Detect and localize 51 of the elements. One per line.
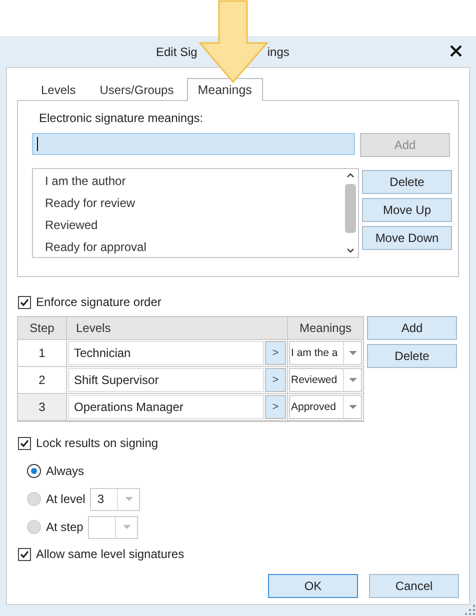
table-button[interactable]: Add [367,316,457,340]
list-button[interactable]: Move Up [362,198,452,222]
window-title: ings [267,44,290,58]
field-label: Electronic signature meanings: [39,111,204,125]
close-icon[interactable] [450,45,462,57]
table-cell[interactable]: 2 [18,367,67,393]
tab[interactable]: Users/Groups [88,79,185,100]
table-cell[interactable]: 1 [18,340,67,366]
dropdown-arrow-icon [124,497,133,501]
window-title: Edit Sig [156,44,198,58]
dropdown-arrow-icon [348,378,356,382]
expand-button[interactable]: > [265,341,286,365]
expand-button[interactable]: > [265,395,286,419]
level-field[interactable]: Operations Manager [68,395,264,419]
table-cell[interactable]: 3 [18,394,67,420]
cancel-button[interactable]: Cancel [369,574,459,598]
list-item[interactable]: Ready for review [45,192,344,214]
checkbox[interactable] [18,548,31,560]
column-header: Step [18,317,67,339]
list-item[interactable]: I am the author [45,170,344,192]
radio-label: At step [46,520,84,534]
list-button[interactable]: Delete [362,170,452,194]
ok-button[interactable]: OK [268,574,358,598]
expand-button[interactable]: > [265,368,286,392]
list-item[interactable]: Ready for approval [45,236,344,258]
level-field[interactable]: Technician [68,341,264,365]
radio-label: At level [46,492,86,506]
resize-grip-icon [465,605,475,615]
table-button[interactable]: Delete [367,344,457,368]
level-field[interactable]: Shift Supervisor [68,368,264,392]
checkbox-label: Lock results on signing [36,436,158,450]
tab[interactable]: Meanings [186,78,263,101]
checkbox[interactable] [18,296,31,308]
radio-label: Always [46,464,84,478]
column-header: Levels [67,317,288,339]
tab[interactable]: Levels [30,79,87,100]
dropdown-arrow-icon [122,525,131,529]
checkbox-label: Enforce signature order [36,295,162,309]
dropdown-arrow-icon [348,405,356,409]
meaning-dropdown[interactable]: Reviewed [289,368,362,392]
meaning-dropdown[interactable]: I am the a [289,341,362,365]
checkbox-label: Allow same level signatures [36,547,184,561]
input-field[interactable] [32,133,355,155]
list-button[interactable]: Move Down [362,226,452,250]
list-item[interactable]: Reviewed [45,214,344,236]
meanings-list[interactable]: I am the author Ready for review Reviewed Ready for approval [32,168,359,258]
column-header: Meanings [298,320,353,337]
meaning-dropdown[interactable]: Approved [289,395,362,419]
dropdown-arrow-icon [348,351,356,355]
radio-button[interactable] [27,464,41,478]
checkbox[interactable] [18,436,31,450]
